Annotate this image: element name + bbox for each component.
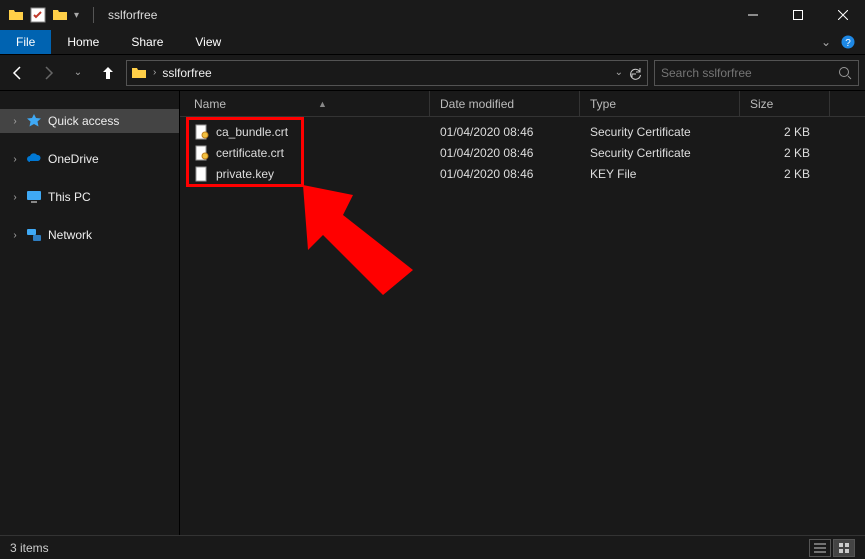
file-size: 2 KB [740,167,830,181]
search-box[interactable] [654,60,859,86]
status-item-count: 3 items [10,541,49,555]
navbar: ⌄ › sslforfree ⌄ [0,55,865,91]
close-button[interactable] [820,0,865,30]
expand-ribbon-icon[interactable]: ⌄ [821,35,831,49]
file-list: ca_bundle.crt01/04/2020 08:46Security Ce… [180,117,865,184]
network-icon [26,227,42,243]
sidebar-item-label: Quick access [48,114,119,128]
ribbon: File Home Share View ⌄ ? [0,30,865,55]
chevron-right-icon[interactable]: › [10,116,20,127]
column-type[interactable]: Type [580,91,740,116]
forward-button[interactable] [36,61,60,85]
content-pane: Name▲ Date modified Type Size ca_bundle.… [180,91,865,535]
chevron-right-icon[interactable]: › [10,192,20,203]
folder-icon [131,65,147,81]
tab-home[interactable]: Home [51,30,115,54]
back-button[interactable] [6,61,30,85]
titlebar: ▾ sslforfree [0,0,865,30]
file-name: ca_bundle.crt [216,125,288,139]
file-type: KEY File [580,167,740,181]
statusbar: 3 items [0,535,865,559]
chevron-right-icon[interactable]: › [10,154,20,165]
recent-dropdown-icon[interactable]: ⌄ [66,61,90,85]
column-date[interactable]: Date modified [430,91,580,116]
file-type: Security Certificate [580,146,740,160]
file-type: Security Certificate [580,125,740,139]
sidebar: › Quick access › OneDrive › This PC › Ne… [0,91,180,535]
column-size[interactable]: Size [740,91,830,116]
file-name: certificate.crt [216,146,284,160]
up-button[interactable] [96,61,120,85]
search-input[interactable] [661,66,838,80]
file-date: 01/04/2020 08:46 [430,167,580,181]
chevron-right-icon[interactable]: › [153,67,156,78]
sort-asc-icon: ▲ [226,99,419,109]
sidebar-item-label: OneDrive [48,152,99,166]
column-name[interactable]: Name▲ [180,91,430,116]
address-bar[interactable]: › sslforfree ⌄ [126,60,648,86]
file-row[interactable]: ca_bundle.crt 01/04/2020 08:46Security Ce… [180,121,865,142]
window-title: sslforfree [108,8,157,22]
file-size: 2 KB [740,125,830,139]
view-icons-button[interactable] [833,539,855,557]
history-dropdown-icon[interactable]: ⌄ [615,67,623,78]
titlebar-quick-access: ▾ sslforfree [0,7,157,23]
minimize-button[interactable] [730,0,775,30]
breadcrumb[interactable]: sslforfree [162,66,211,80]
refresh-icon[interactable] [629,66,643,80]
view-details-button[interactable] [809,539,831,557]
checklist-icon [30,7,46,23]
file-icon [194,166,210,182]
file-row[interactable]: private.key 01/04/2020 08:46KEY File2 KB [180,163,865,184]
chevron-right-icon[interactable]: › [10,230,20,241]
tab-share[interactable]: Share [115,30,179,54]
svg-text:?: ? [845,38,851,49]
sidebar-item-quick-access[interactable]: › Quick access [0,109,179,133]
file-name: private.key [216,167,274,181]
body: › Quick access › OneDrive › This PC › Ne… [0,91,865,535]
monitor-icon [26,189,42,205]
cloud-icon [26,151,42,167]
folder-icon [52,7,68,23]
help-icon[interactable]: ? [841,35,855,49]
maximize-button[interactable] [775,0,820,30]
sidebar-item-network[interactable]: › Network [0,223,179,247]
tab-file[interactable]: File [0,30,51,54]
file-date: 01/04/2020 08:46 [430,146,580,160]
column-headers: Name▲ Date modified Type Size [180,91,865,117]
sidebar-item-label: This PC [48,190,91,204]
file-icon [194,124,210,140]
file-icon [194,145,210,161]
sidebar-item-label: Network [48,228,92,242]
sidebar-item-onedrive[interactable]: › OneDrive [0,147,179,171]
folder-icon [8,7,24,23]
file-date: 01/04/2020 08:46 [430,125,580,139]
search-icon[interactable] [838,66,852,80]
file-row[interactable]: certificate.crt 01/04/2020 08:46Security … [180,142,865,163]
star-icon [26,113,42,129]
qa-dropdown-icon[interactable]: ▾ [74,10,79,21]
file-size: 2 KB [740,146,830,160]
annotation-arrow [298,180,418,300]
tab-view[interactable]: View [179,30,237,54]
sidebar-item-this-pc[interactable]: › This PC [0,185,179,209]
